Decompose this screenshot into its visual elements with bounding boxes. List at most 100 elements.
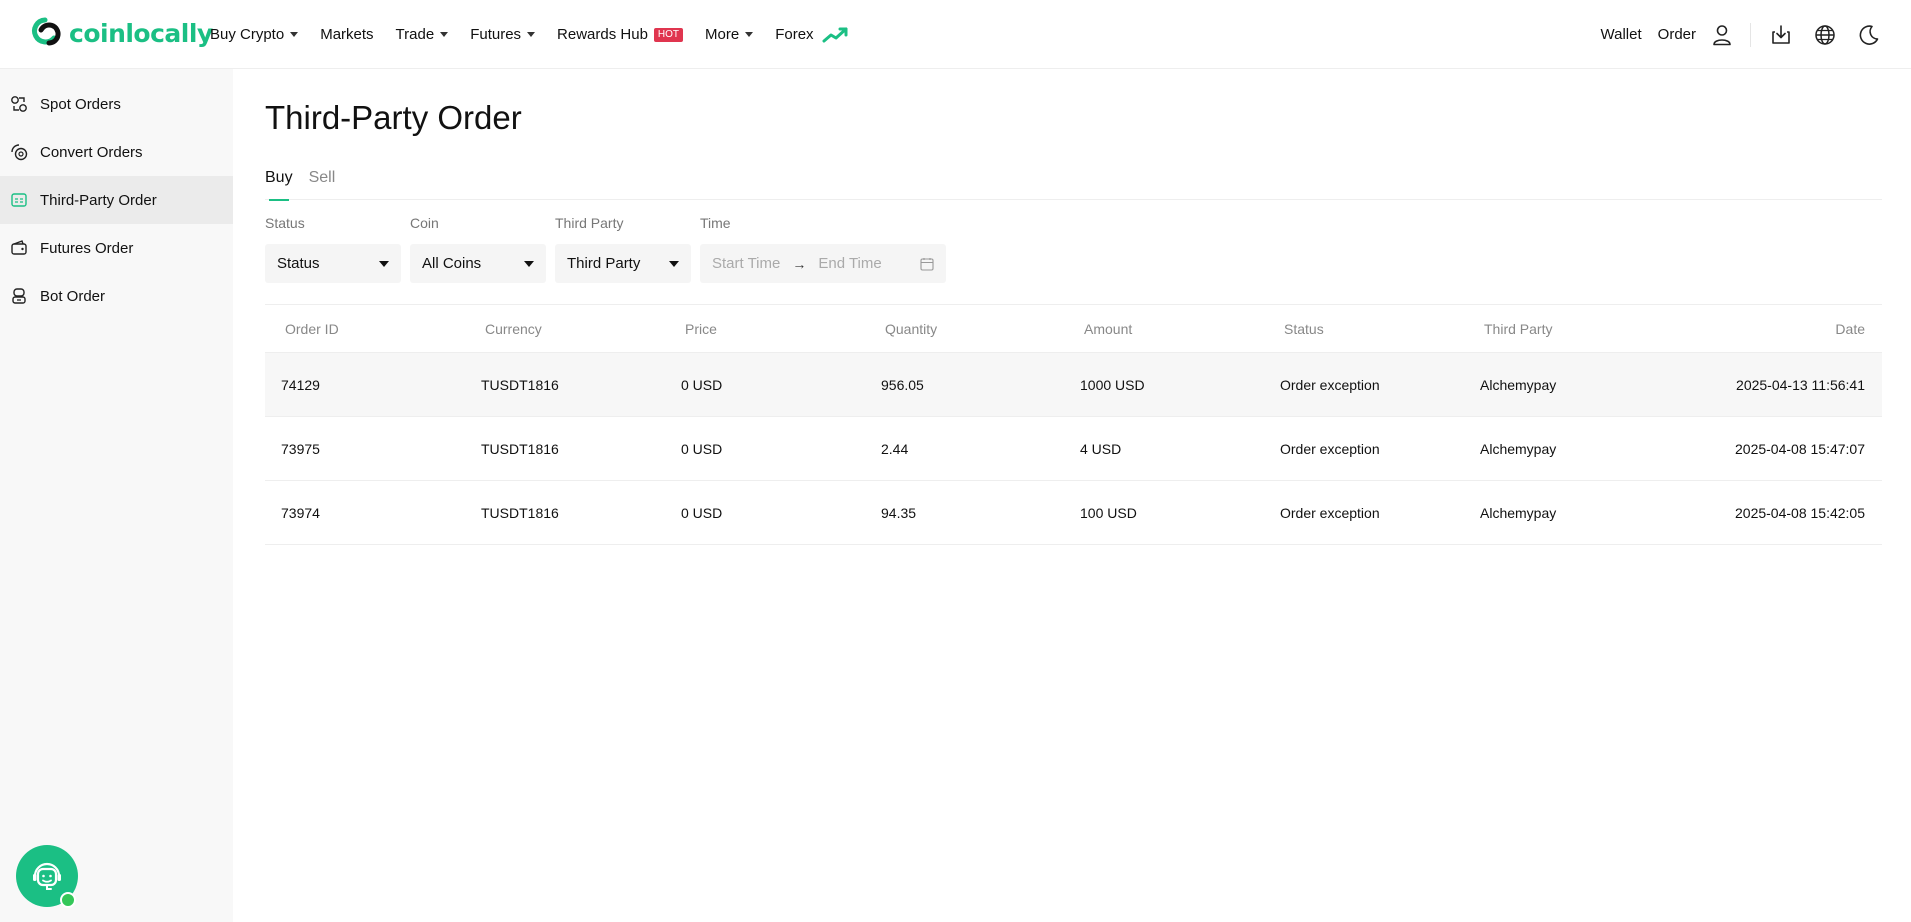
filter-bar: Status Status Coin All Coins Third Party…	[265, 215, 955, 283]
header-actions: Wallet Order	[1601, 0, 1911, 69]
cell-price: 0 USD	[681, 504, 723, 521]
sidebar-item-third-party-order[interactable]: Third-Party Order	[0, 176, 233, 224]
date-range-picker[interactable]: Start Time → End Time	[700, 244, 946, 283]
convert-orders-icon	[11, 144, 28, 161]
sidebar-item-bot-order[interactable]: Bot Order	[0, 272, 233, 320]
cell-date: 2025-04-08 15:47:07	[1735, 440, 1865, 457]
nav-label: More	[705, 26, 740, 43]
cell-quantity: 956.05	[881, 376, 924, 393]
cell-order-id: 73975	[281, 440, 320, 457]
end-time-input[interactable]: End Time	[818, 255, 881, 272]
table-row[interactable]: 73974 TUSDT1816 0 USD 94.35 100 USD Orde…	[265, 481, 1882, 545]
support-agent-icon	[33, 862, 61, 890]
cell-currency: TUSDT1816	[481, 440, 559, 457]
caret-down-icon	[524, 260, 534, 267]
select-value: Third Party	[567, 255, 641, 272]
nav-label: Rewards Hub	[557, 26, 648, 43]
third-party-filter: Third Party Third Party	[555, 215, 691, 283]
nav-label: Markets	[320, 26, 374, 43]
caret-down-icon	[440, 32, 449, 37]
cell-currency: TUSDT1816	[481, 504, 559, 521]
arrow-right-icon: →	[792, 255, 807, 272]
start-time-input[interactable]: Start Time	[712, 255, 780, 272]
brand-logo[interactable]: coinlocally	[27, 16, 213, 50]
order-link[interactable]: Order	[1658, 26, 1696, 43]
table-row[interactable]: 73975 TUSDT1816 0 USD 2.44 4 USD Order e…	[265, 417, 1882, 481]
filter-label: Coin	[410, 215, 439, 231]
cell-status: Order exception	[1280, 440, 1380, 457]
order-side-tabs: Buy Sell	[265, 169, 1882, 201]
cell-amount: 100 USD	[1080, 504, 1137, 521]
sidebar-item-convert-orders[interactable]: Convert Orders	[0, 128, 233, 176]
third-party-select[interactable]: Third Party	[555, 244, 691, 283]
online-status-dot	[60, 892, 76, 908]
user-icon[interactable]	[1710, 23, 1734, 47]
spot-orders-icon	[11, 96, 27, 112]
cell-price: 0 USD	[681, 376, 723, 393]
caret-down-icon	[527, 32, 536, 37]
cell-status: Order exception	[1280, 504, 1380, 521]
tab-sell[interactable]: Sell	[309, 169, 336, 200]
filter-label: Third Party	[555, 215, 624, 231]
table-header: Order ID Currency Price Quantity Amount …	[265, 305, 1882, 353]
cell-status: Order exception	[1280, 376, 1380, 393]
coin-select[interactable]: All Coins	[410, 244, 546, 283]
cell-third-party: Alchemypay	[1480, 504, 1557, 521]
cell-quantity: 94.35	[881, 504, 917, 521]
status-select[interactable]: Status	[265, 244, 401, 283]
cell-order-id: 74129	[281, 376, 320, 393]
orders-table: Order ID Currency Price Quantity Amount …	[265, 304, 1882, 545]
sidebar-item-label: Futures Order	[40, 239, 134, 257]
select-value: All Coins	[422, 255, 482, 272]
column-header: Third Party	[1484, 320, 1553, 337]
nav-markets[interactable]: Markets	[320, 26, 373, 43]
column-header: Status	[1284, 320, 1324, 337]
header-divider	[1750, 22, 1751, 47]
nav-more[interactable]: More	[705, 26, 754, 43]
sidebar-item-spot-orders[interactable]: Spot Orders	[0, 80, 233, 128]
page-title: Third-Party Order	[265, 99, 522, 136]
nav-rewards-hub[interactable]: Rewards Hub HOT	[557, 26, 684, 43]
column-header: Date	[1835, 320, 1865, 337]
globe-icon[interactable]	[1813, 23, 1837, 47]
table-row[interactable]: 74129 TUSDT1816 0 USD 956.05 1000 USD Or…	[265, 353, 1882, 417]
nav-trade[interactable]: Trade	[396, 26, 449, 43]
cell-order-id: 73974	[281, 504, 320, 521]
nav-futures[interactable]: Futures	[470, 26, 536, 43]
column-header: Price	[685, 320, 717, 337]
wallet-link[interactable]: Wallet	[1601, 26, 1642, 43]
brand-name: coinlocally	[69, 18, 213, 48]
nav-forex[interactable]: Forex	[775, 26, 849, 44]
cell-third-party: Alchemypay	[1480, 376, 1557, 393]
sidebar-item-label: Convert Orders	[40, 143, 143, 161]
nav-label: Forex	[775, 26, 814, 43]
caret-down-icon	[379, 260, 389, 267]
nav-label: Futures	[470, 26, 522, 43]
nav-buy-crypto[interactable]: Buy Crypto	[210, 26, 299, 43]
sidebar-item-label: Bot Order	[40, 287, 106, 305]
calendar-icon	[920, 257, 934, 271]
coin-filter: Coin All Coins	[410, 215, 546, 283]
filter-label: Time	[700, 215, 731, 231]
third-party-order-icon	[11, 193, 27, 207]
sidebar-item-label: Third-Party Order	[40, 191, 157, 209]
cell-third-party: Alchemypay	[1480, 440, 1557, 457]
moon-icon[interactable]	[1857, 23, 1881, 47]
tab-buy[interactable]: Buy	[265, 169, 293, 201]
nav-label: Trade	[395, 26, 435, 43]
bot-icon	[12, 288, 26, 304]
sidebar-item-futures-order[interactable]: Futures Order	[0, 224, 233, 272]
cell-amount: 1000 USD	[1080, 376, 1145, 393]
wallet-icon	[11, 240, 27, 255]
hot-badge: HOT	[653, 27, 684, 42]
filter-label: Status	[265, 215, 305, 231]
column-header: Quantity	[885, 320, 938, 337]
cell-amount: 4 USD	[1080, 440, 1122, 457]
cell-date: 2025-04-08 15:42:05	[1735, 504, 1865, 521]
column-header: Amount	[1084, 320, 1133, 337]
main-nav: Buy Crypto Markets Trade Futures Rewards…	[210, 0, 872, 69]
download-icon[interactable]	[1769, 23, 1793, 47]
select-value: Status	[277, 255, 320, 272]
top-header: coinlocally Buy Crypto Markets Trade Fut…	[0, 0, 1911, 69]
column-header: Currency	[485, 320, 542, 337]
